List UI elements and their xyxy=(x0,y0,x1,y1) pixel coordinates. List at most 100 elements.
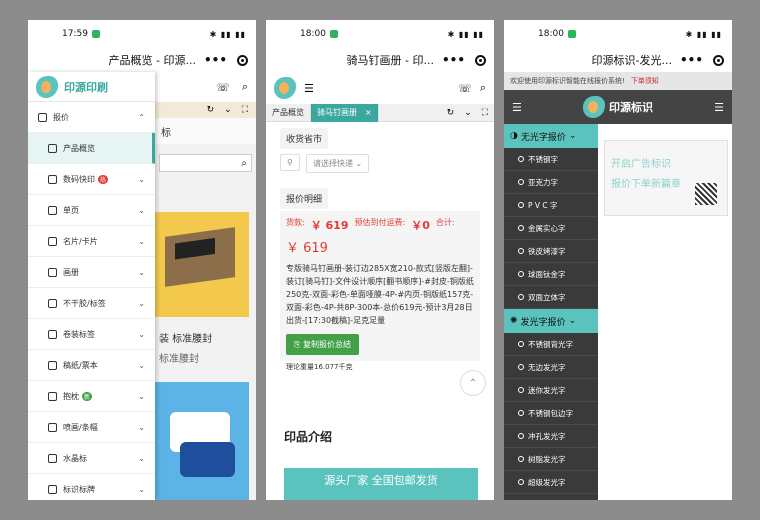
drawer-item-notepad[interactable]: 稿纸/票本 ⌄ xyxy=(28,350,155,381)
category-item[interactable]: 树脂发光字 xyxy=(504,448,598,471)
category-item[interactable]: P V C 字 xyxy=(504,194,598,217)
drawer-group-quote[interactable]: 报价 ⌃ xyxy=(28,102,155,133)
signal-icon: ✱ ▮▮ ▮▮ xyxy=(209,29,246,39)
close-miniprogram-icon[interactable] xyxy=(237,54,248,66)
drawer-item-overview[interactable]: 产品概览 xyxy=(28,133,155,164)
location-icon[interactable]: ⚲ xyxy=(280,154,300,171)
product-image-label[interactable] xyxy=(155,382,249,500)
category-sidebar: ◑ 无光字报价 ⌄ 不锈钢字 亚克力字 P V C 字 金属实心字 铁皮烤漆字 球面… xyxy=(504,124,598,500)
app-header: ☰ ☏ ⌕ xyxy=(266,72,494,104)
product-image-belly-band[interactable] xyxy=(155,212,249,317)
hamburger-icon[interactable]: ☰ xyxy=(714,101,724,114)
chevron-down-icon[interactable]: ⌄ xyxy=(464,108,472,118)
drawer-item-sticker[interactable]: 不干胶/标签 ⌄ xyxy=(28,288,155,319)
capsule-menu[interactable]: ••• xyxy=(442,53,486,67)
phone-icon[interactable]: ☏ xyxy=(458,82,472,95)
total-value: ￥ 619 xyxy=(286,241,328,256)
capsule-menu[interactable]: ••• xyxy=(204,53,248,67)
search-icon[interactable]: ⌕ xyxy=(242,80,248,94)
drawer-item-roll-label[interactable]: 卷装标签 ⌄ xyxy=(28,319,155,350)
drawer-item-card[interactable]: 名片/卡片 ⌄ xyxy=(28,226,155,257)
page-title: 产品概览 - 印源... xyxy=(108,54,196,67)
freight-value: ￥0 xyxy=(411,219,430,232)
item-label: 稿纸/票本 xyxy=(63,360,98,370)
phone-screen-signage: 18:00 ✱ ▮▮ ▮▮ 印源标识-发光... ••• 欢迎使用印源标识智能在… xyxy=(504,20,732,500)
brand-name: 印源印刷 xyxy=(64,80,108,94)
close-miniprogram-icon[interactable] xyxy=(475,54,486,66)
category-no-light[interactable]: ◑ 无光字报价 ⌄ xyxy=(504,124,598,148)
drawer-item-digital-print[interactable]: 数码快印热 ⌄ xyxy=(28,164,155,195)
item-label: 抱枕 xyxy=(63,391,79,401)
mini-program-titlebar: 产品概览 - 印源... ••• xyxy=(28,48,256,72)
category-item[interactable]: 不锈钢字 xyxy=(504,148,598,171)
item-label: 产品概览 xyxy=(63,143,95,153)
drawer-item-brochure[interactable]: 画册 ⌄ xyxy=(28,257,155,288)
drawer-item-banner[interactable]: 喷画/条幅 ⌄ xyxy=(28,412,155,443)
item-label: 数码快印 xyxy=(63,174,95,184)
category-item[interactable]: 不锈钢包边字 xyxy=(504,402,598,425)
page-title: 印源标识-发光... xyxy=(591,54,672,67)
capsule-menu[interactable]: ••• xyxy=(680,53,724,67)
drawer-item-flyer[interactable]: 单页 ⌄ xyxy=(28,195,155,226)
product-content: ☏ ⌕ ↻ ⌄ ⛶ 标 ⌕ 装 标准腰封 标准腰封 xyxy=(155,72,256,500)
category-item[interactable]: 球面钛金字 xyxy=(504,263,598,286)
category-item[interactable]: 迷你发光字 xyxy=(504,379,598,402)
category-item[interactable]: 冲孔发光字 xyxy=(504,425,598,448)
category-item[interactable]: 亚克力字 xyxy=(504,171,598,194)
more-icon[interactable]: ••• xyxy=(680,53,703,67)
chevron-down-icon[interactable]: ⌄ xyxy=(224,105,232,115)
copy-button-label: 复制报价总结 xyxy=(302,340,351,349)
category-item[interactable]: 超级发光字 xyxy=(504,471,598,494)
detail-label: 报价明细 xyxy=(280,188,329,209)
item-label: 水晶标 xyxy=(63,453,87,463)
menu-toggle-icon[interactable]: ☰ xyxy=(304,82,314,95)
category-luminous[interactable]: ✺ 发光字报价 ⌄ xyxy=(504,309,598,333)
calendar-icon xyxy=(38,112,47,122)
price-line: 货款: ￥ 619 预估到付运费: ￥0 合计: xyxy=(286,217,474,233)
copy-quote-button[interactable]: ⎘ 复制报价总结 xyxy=(286,334,359,355)
brand: 印源标识 xyxy=(583,96,653,118)
category-item[interactable]: 无边发光字 xyxy=(504,356,598,379)
chevron-up-icon: ⌃ xyxy=(468,377,478,389)
fullscreen-icon[interactable]: ⛶ xyxy=(242,105,248,115)
sticker-icon xyxy=(48,298,57,308)
refresh-icon[interactable]: ↻ xyxy=(447,108,455,118)
more-icon[interactable]: ••• xyxy=(204,53,227,67)
tab-overview[interactable]: 产品概览 xyxy=(266,103,311,122)
card-icon xyxy=(48,236,57,246)
chevron-up-icon: ⌃ xyxy=(138,112,145,122)
search-icon[interactable]: ⌕ xyxy=(480,81,486,95)
hot-badge: 热 xyxy=(98,174,109,184)
chevron-down-icon: ⌄ xyxy=(138,205,145,215)
menu-icon[interactable]: ☰ xyxy=(512,101,522,114)
search-input[interactable]: ⌕ xyxy=(159,154,252,172)
close-miniprogram-icon[interactable] xyxy=(713,54,724,66)
category-item[interactable]: 铁皮烤漆字 xyxy=(504,240,598,263)
drawer-item-signage[interactable]: 标识标牌 ⌄ xyxy=(28,474,155,500)
group-header: 标 xyxy=(155,118,256,144)
chevron-down-icon: ⌄ xyxy=(138,453,145,463)
express-select[interactable]: 请选择快递 ⌄ xyxy=(306,154,370,173)
chevron-down-icon: ⌄ xyxy=(568,316,577,326)
back-to-top-button[interactable]: ⌃ xyxy=(460,370,486,396)
ad-line-1: 开启广告标识 xyxy=(611,159,671,170)
category-label: 无光字报价 xyxy=(520,132,566,143)
product-name[interactable]: 装 标准腰封 xyxy=(159,330,212,345)
fullscreen-icon[interactable]: ⛶ xyxy=(482,108,488,118)
ad-line-2: 报价下单新篇章 xyxy=(611,179,681,190)
tab-saddle-stitch[interactable]: 骑马钉画册 × xyxy=(311,103,379,122)
brand-logo-icon xyxy=(583,96,605,118)
drawer-item-pillow[interactable]: 抱枕新 ⌄ xyxy=(28,381,155,412)
refresh-icon[interactable]: ↻ xyxy=(207,105,215,115)
drawer-item-crystal[interactable]: 水晶标 ⌄ xyxy=(28,443,155,474)
chevron-down-icon: ⌄ xyxy=(138,267,145,277)
category-item[interactable]: 双面立体字 xyxy=(504,286,598,309)
order-notice-link[interactable]: 下单须知 xyxy=(631,76,659,86)
category-item[interactable]: 不锈钢背光字 xyxy=(504,333,598,356)
sun-icon: ✺ xyxy=(510,316,518,326)
tab-label: 骑马钉画册 xyxy=(317,108,357,117)
close-tab-icon[interactable]: × xyxy=(365,108,372,117)
more-icon[interactable]: ••• xyxy=(442,53,465,67)
category-item[interactable]: 金属实心字 xyxy=(504,217,598,240)
phone-icon[interactable]: ☏ xyxy=(216,81,230,94)
